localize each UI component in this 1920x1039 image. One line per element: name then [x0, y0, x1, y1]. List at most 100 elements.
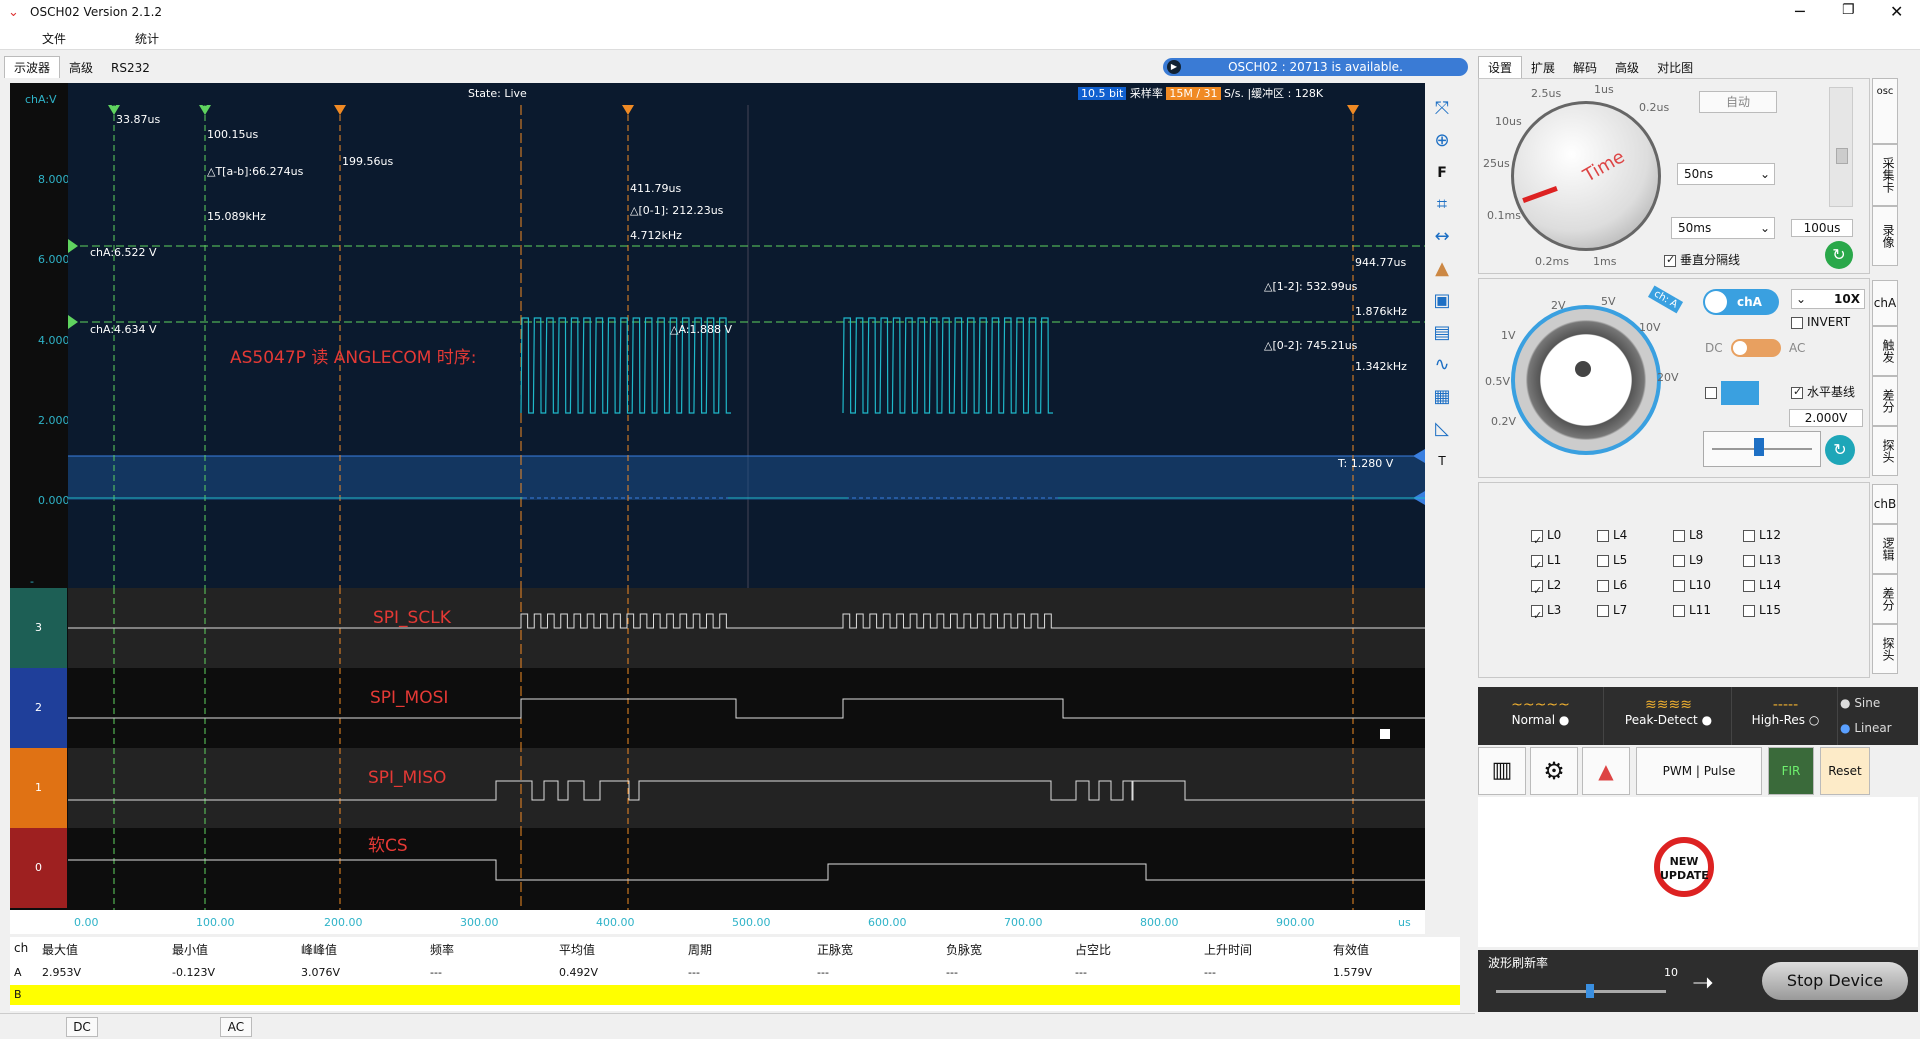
ac-button[interactable]: AC [220, 1017, 252, 1037]
tab-compare[interactable]: 对比图 [1648, 57, 1702, 78]
vtab-cha[interactable]: chA [1872, 280, 1898, 326]
logic-line-l3[interactable]: L3 [1531, 598, 1597, 628]
logic-line-l7[interactable]: L7 [1597, 598, 1673, 623]
vtab-diff2[interactable]: 差分 [1872, 574, 1898, 624]
logic-line-l10[interactable]: L10 [1673, 573, 1743, 598]
spectrum-icon[interactable]: ▲ [1582, 747, 1630, 795]
tab-scope[interactable]: 示波器 [4, 56, 61, 78]
color-icon[interactable]: ▲ [1428, 255, 1456, 283]
checkbox[interactable] [1531, 528, 1543, 553]
vtab-chb[interactable]: chB [1872, 484, 1898, 524]
hline-toggle[interactable]: 水平基线 [1791, 383, 1855, 400]
checkbox[interactable] [1597, 604, 1609, 617]
timebase-select-2[interactable]: 50ms ⌄ [1671, 217, 1775, 239]
checkbox[interactable] [1673, 604, 1685, 617]
mode-highres[interactable]: ----- High-Res ○ [1734, 687, 1838, 745]
logic-row-3[interactable]: 3 [10, 588, 67, 668]
logic-line-l12[interactable]: L12 [1743, 523, 1813, 548]
checkbox[interactable] [1673, 529, 1685, 542]
checkbox[interactable] [1597, 529, 1609, 542]
logic-line-l8[interactable]: L8 [1673, 523, 1743, 548]
logic-line-l9[interactable]: L9 [1673, 548, 1743, 573]
checkbox[interactable] [1597, 554, 1609, 567]
checkbox[interactable] [1531, 603, 1543, 628]
wave-fill-checkbox[interactable] [1705, 387, 1717, 399]
minimize-button[interactable]: ─ [1795, 2, 1805, 21]
time-knob[interactable]: Time [1511, 101, 1661, 251]
pwm-pulse-button[interactable]: PWM | Pulse [1636, 747, 1762, 795]
refresh-time-button[interactable]: ↻ [1825, 241, 1853, 269]
logic-line-l15[interactable]: L15 [1743, 598, 1813, 623]
t-button[interactable]: T [1428, 447, 1456, 475]
image-icon[interactable]: ▤ [1428, 319, 1456, 347]
volt-slider[interactable] [1703, 431, 1821, 467]
hline-checkbox[interactable] [1791, 385, 1803, 399]
fit-icon[interactable]: ⤧ [1428, 95, 1456, 123]
refresh-rate-slider[interactable] [1496, 984, 1666, 998]
save-icon[interactable]: ▣ [1428, 287, 1456, 315]
logic-line-l13[interactable]: L13 [1743, 548, 1813, 573]
tab-advanced[interactable]: 高级 [60, 57, 102, 78]
logic-line-l4[interactable]: L4 [1597, 523, 1673, 548]
checkbox[interactable] [1743, 554, 1755, 567]
time-slider-track[interactable] [1829, 87, 1853, 207]
tab-decode[interactable]: 解码 [1564, 57, 1606, 78]
auto-button[interactable]: 自动 [1699, 91, 1777, 113]
tab-rs232[interactable]: RS232 [102, 59, 159, 77]
tab-settings[interactable]: 设置 [1478, 56, 1523, 78]
fir-button[interactable]: FIR [1768, 747, 1814, 795]
checkbox[interactable] [1743, 604, 1755, 617]
vtab-record[interactable]: 录像 [1872, 206, 1898, 266]
vtab-osc[interactable]: osc [1872, 78, 1898, 144]
cha-toggle[interactable]: chA [1703, 289, 1779, 315]
update-notice[interactable]: ▶ OSCH02 : 20713 is available. [1163, 58, 1468, 76]
logic-line-l2[interactable]: L2 [1531, 573, 1597, 603]
cursor-icon[interactable]: ⌗ [1428, 191, 1456, 219]
vtab-trigger[interactable]: 触发 [1872, 326, 1898, 376]
tab-right-advanced[interactable]: 高级 [1606, 57, 1648, 78]
dc-button[interactable]: DC [66, 1017, 98, 1037]
wave-icon[interactable]: ∿ [1428, 351, 1456, 379]
checkbox[interactable] [1673, 579, 1685, 592]
interp-sine[interactable]: ● Sine [1840, 691, 1916, 716]
checkbox[interactable] [1743, 579, 1755, 592]
close-button[interactable]: ✕ [1890, 2, 1903, 21]
interp-linear[interactable]: ● Linear [1840, 716, 1916, 741]
refresh-volt-button[interactable]: ↻ [1825, 435, 1855, 465]
measure-icon[interactable]: ↔ [1428, 223, 1456, 251]
checkbox[interactable] [1673, 554, 1685, 567]
grid-icon[interactable]: ▦ [1428, 383, 1456, 411]
vtab-diff[interactable]: 差分 [1872, 376, 1898, 426]
checkbox[interactable] [1597, 579, 1609, 592]
logic-line-l14[interactable]: L14 [1743, 573, 1813, 598]
refresh-slider-thumb[interactable] [1586, 984, 1594, 998]
logic-row-0[interactable]: 0 [10, 828, 67, 908]
volt-slider-thumb[interactable] [1754, 438, 1764, 456]
histogram-icon[interactable]: ▥ [1478, 747, 1526, 795]
invert-checkbox[interactable] [1791, 316, 1803, 329]
time-value-field[interactable]: 100us [1791, 219, 1853, 237]
logic-line-l1[interactable]: L1 [1531, 548, 1597, 578]
new-update-badge[interactable]: NEW UPDATE [1654, 837, 1714, 897]
zoom-icon[interactable]: ⊕ [1428, 127, 1456, 155]
checkbox[interactable] [1531, 553, 1543, 578]
menu-file[interactable]: 文件 [42, 30, 66, 47]
vgrid-toggle[interactable]: 垂直分隔线 [1664, 251, 1740, 268]
time-slider-thumb[interactable] [1836, 148, 1848, 164]
logic-row-2[interactable]: 2 [10, 668, 67, 748]
invert-toggle[interactable]: INVERT [1791, 315, 1850, 329]
f-button[interactable]: F [1428, 159, 1456, 187]
gear-icon[interactable]: ⚙ [1530, 747, 1578, 795]
checkbox[interactable] [1743, 529, 1755, 542]
logic-line-l5[interactable]: L5 [1597, 548, 1673, 573]
checkbox[interactable] [1531, 578, 1543, 603]
logic-line-l6[interactable]: L6 [1597, 573, 1673, 598]
tab-extend[interactable]: 扩展 [1522, 57, 1564, 78]
maximize-button[interactable]: ❐ [1842, 2, 1855, 18]
logic-row-1[interactable]: 1 [10, 748, 67, 828]
stop-device-button[interactable]: Stop Device [1762, 962, 1908, 1000]
vgrid-checkbox[interactable] [1664, 253, 1676, 267]
vtab-logic[interactable]: 逻辑 [1872, 524, 1898, 574]
logic-line-l11[interactable]: L11 [1673, 598, 1743, 623]
scope-screen[interactable]: State: Live 10.5 bit 采样率 15M / 31 S/s. |… [68, 83, 1425, 588]
